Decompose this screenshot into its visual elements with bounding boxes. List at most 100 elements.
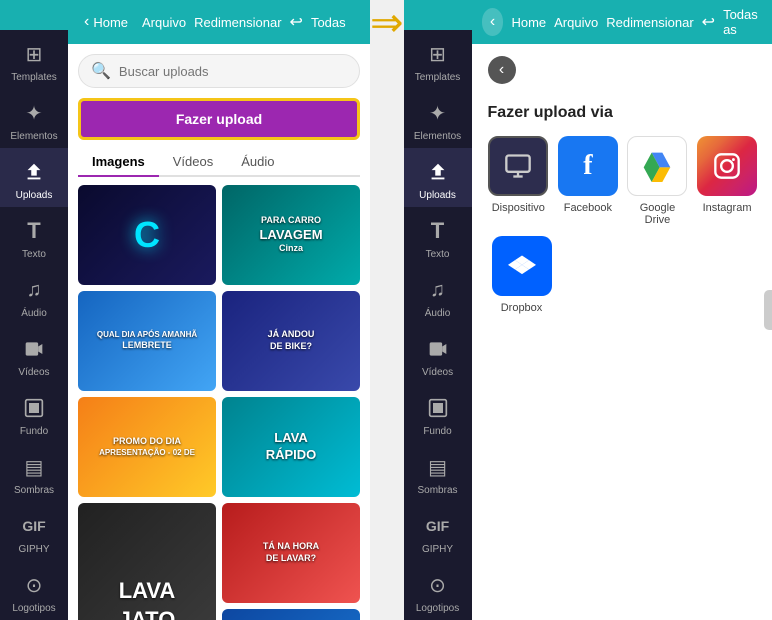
arquivo-label-left[interactable]: Arquivo bbox=[142, 15, 186, 30]
image-cell-1[interactable]: C bbox=[78, 185, 216, 285]
sidebar-item-templates-left[interactable]: ⊞ Templates bbox=[0, 30, 68, 89]
img-text-1: C bbox=[130, 208, 164, 263]
sidebar-item-fundo-left[interactable]: Fundo bbox=[0, 384, 68, 443]
image-cell-3[interactable]: QUAL DIA APÓS AMANHÃ LEMBRETE bbox=[78, 291, 216, 391]
sidebar-item-videos-right[interactable]: Vídeos bbox=[404, 325, 472, 384]
left-top-bar: ‹ Home Arquivo Redimensionar ↩ Todas bbox=[68, 0, 370, 44]
image-cell-5[interactable]: PROMO DO DIA APRESENTAÇÃO - 02 DE bbox=[78, 397, 216, 497]
fundo-icon-left bbox=[20, 394, 48, 422]
sidebar-label-fundo-right: Fundo bbox=[423, 426, 451, 437]
image-cell-8[interactable]: TÁ NA HORA DE LAVAR? bbox=[222, 503, 360, 603]
sidebar-item-uploads-right[interactable]: Uploads bbox=[404, 148, 472, 207]
sidebar-item-uploads-left[interactable]: Uploads bbox=[0, 148, 68, 207]
upload-button-left[interactable]: Fazer upload bbox=[78, 98, 360, 140]
sidebar-label-videos-left: Vídeos bbox=[18, 367, 49, 378]
arquivo-label-right[interactable]: Arquivo bbox=[554, 15, 598, 30]
back-arrow-left: ‹ bbox=[84, 13, 89, 31]
redimensionar-label-right[interactable]: Redimensionar bbox=[606, 15, 693, 30]
sidebar-item-giphy-left[interactable]: GIF GIPHY bbox=[0, 502, 68, 561]
tab-audio[interactable]: Áudio bbox=[227, 148, 288, 177]
sidebar-item-texto-right[interactable]: T Texto bbox=[404, 207, 472, 266]
image-cell-2[interactable]: PARA CARRO LAVAGEM Cinza bbox=[222, 185, 360, 285]
search-input-left[interactable] bbox=[119, 64, 347, 79]
right-top-bar: ‹ Home Arquivo Redimensionar ↩ Todas as bbox=[472, 0, 772, 44]
undo-icon-right[interactable]: ↩ bbox=[702, 12, 715, 32]
sidebar-label-sombras-left: Sombras bbox=[14, 485, 54, 496]
giphy-icon-left: GIF bbox=[20, 512, 48, 540]
sidebar-item-audio-left[interactable]: ♫ Áudio bbox=[0, 266, 68, 325]
upload-option-gdrive[interactable]: Google Drive bbox=[627, 136, 689, 226]
sidebar-item-videos-left[interactable]: Vídeos bbox=[0, 325, 68, 384]
sidebar-item-elementos-right[interactable]: ✦ Elementos bbox=[404, 89, 472, 148]
upload-option-dispositivo[interactable]: Dispositivo bbox=[488, 136, 550, 226]
upload-option-instagram[interactable]: Instagram bbox=[696, 136, 758, 226]
videos-icon-left bbox=[20, 335, 48, 363]
logotipos-icon-right: ⊙ bbox=[424, 571, 452, 599]
img-text-8: TÁ NA HORA DE LAVAR? bbox=[259, 537, 323, 568]
image-cell-9[interactable]: DEIXE SEU CARRO COMO NOVO! bbox=[222, 609, 360, 620]
sidebar-top-bar-left bbox=[0, 0, 68, 30]
texto-icon-right: T bbox=[424, 217, 452, 245]
dispositivo-label: Dispositivo bbox=[492, 202, 545, 214]
sidebar-item-giphy-right[interactable]: GIF GIPHY bbox=[404, 502, 472, 561]
sidebar-item-sombras-left[interactable]: ▤ Sombras bbox=[0, 443, 68, 502]
uploads-icon-left bbox=[20, 158, 48, 186]
upload-option-dropbox[interactable]: Dropbox bbox=[488, 236, 556, 314]
templates-icon: ⊞ bbox=[20, 40, 48, 68]
img-text-5: PROMO DO DIA APRESENTAÇÃO - 02 DE bbox=[95, 432, 199, 462]
sidebar-label-logotipos-left: Logotipos bbox=[12, 603, 55, 614]
img-text-2: PARA CARRO LAVAGEM Cinza bbox=[255, 211, 326, 259]
sidebar-label-logotipos-right: Logotipos bbox=[416, 603, 459, 614]
sidebar-item-texto-left[interactable]: T Texto bbox=[0, 207, 68, 266]
right-sidebar: ⊞ Templates ✦ Elementos Uploads T Texto … bbox=[404, 0, 472, 620]
dropbox-icon bbox=[492, 236, 552, 296]
uploads-icon-right bbox=[424, 158, 452, 186]
fundo-icon-right bbox=[424, 394, 452, 422]
image-cell-6[interactable]: LAVA RÁPIDO bbox=[222, 397, 360, 497]
sidebar-label-audio-right: Áudio bbox=[425, 308, 451, 319]
right-edge-tab[interactable] bbox=[764, 290, 772, 330]
home-label-right[interactable]: Home bbox=[511, 15, 546, 30]
sidebar-label-texto-left: Texto bbox=[22, 249, 46, 260]
sidebar-item-logotipos-left[interactable]: ⊙ Logotipos bbox=[0, 561, 68, 620]
content-back-button[interactable]: ‹ bbox=[488, 56, 516, 84]
sidebar-item-sombras-right[interactable]: ▤ Sombras bbox=[404, 443, 472, 502]
sidebar-item-logotipos-right[interactable]: ⊙ Logotipos bbox=[404, 561, 472, 620]
tab-imagens[interactable]: Imagens bbox=[78, 148, 159, 177]
undo-icon-left[interactable]: ↩ bbox=[290, 12, 303, 32]
instagram-icon bbox=[697, 136, 757, 196]
sidebar-label-giphy-right: GIPHY bbox=[422, 544, 453, 555]
todas-label-right[interactable]: Todas as bbox=[723, 7, 764, 37]
image-cell-4[interactable]: JÁ ANDOU DE BIKE? bbox=[222, 291, 360, 391]
todas-label-left[interactable]: Todas bbox=[311, 15, 346, 30]
sidebar-item-fundo-right[interactable]: Fundo bbox=[404, 384, 472, 443]
back-button-right[interactable]: ‹ bbox=[482, 8, 504, 36]
search-bar-left[interactable]: 🔍 bbox=[78, 54, 360, 88]
sidebar-label-audio-left: Áudio bbox=[21, 308, 47, 319]
templates-icon-right: ⊞ bbox=[424, 40, 452, 68]
upload-option-facebook[interactable]: f Facebook bbox=[557, 136, 619, 226]
dropbox-label: Dropbox bbox=[501, 302, 543, 314]
sidebar-item-elementos-left[interactable]: ✦ Elementos bbox=[0, 89, 68, 148]
home-button-left[interactable]: ‹ Home bbox=[78, 11, 134, 33]
videos-icon-right bbox=[424, 335, 452, 363]
img-text-6: LAVA RÁPIDO bbox=[262, 426, 321, 468]
logotipos-icon-left: ⊙ bbox=[20, 571, 48, 599]
img-text-3: QUAL DIA APÓS AMANHÃ LEMBRETE bbox=[93, 326, 201, 356]
redimensionar-label-left[interactable]: Redimensionar bbox=[194, 15, 281, 30]
image-cell-7[interactable]: LAVA JATO bbox=[78, 503, 216, 620]
gdrive-label: Google Drive bbox=[627, 202, 689, 226]
texto-icon-left: T bbox=[20, 217, 48, 245]
tab-videos[interactable]: Vídeos bbox=[159, 148, 227, 177]
audio-icon-left: ♫ bbox=[20, 276, 48, 304]
left-panel: ⊞ Templates ✦ Elementos Uploads T Texto … bbox=[0, 0, 370, 620]
sidebar-item-templates-right[interactable]: ⊞ Templates bbox=[404, 30, 472, 89]
sombras-icon-left: ▤ bbox=[20, 453, 48, 481]
elementos-icon-left: ✦ bbox=[20, 99, 48, 127]
gdrive-icon bbox=[627, 136, 687, 196]
sidebar-item-audio-right[interactable]: ♫ Áudio bbox=[404, 266, 472, 325]
sidebar-label-templates-left: Templates bbox=[11, 72, 57, 83]
facebook-label: Facebook bbox=[564, 202, 612, 214]
sidebar-top-bar-right bbox=[404, 0, 472, 30]
right-main-content: ‹ Home Arquivo Redimensionar ↩ Todas as … bbox=[472, 0, 772, 620]
